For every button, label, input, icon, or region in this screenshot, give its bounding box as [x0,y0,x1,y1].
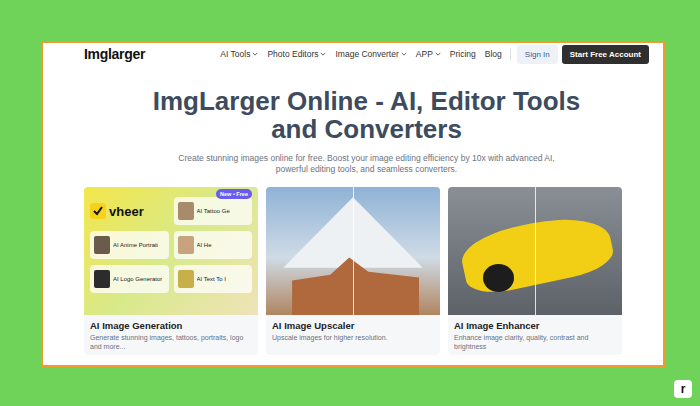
vheer-logo: vheer [90,197,169,225]
chevron-down-icon [435,52,441,56]
thumbnail [94,236,110,254]
thumbnail [94,270,110,288]
card-description: Enhance image clarity, quality, contrast… [454,333,616,351]
nav-menu: AI Tools Photo Editors Image Converter A… [220,49,501,59]
card-title: AI Image Generation [90,320,252,331]
preview-photo [448,187,622,315]
card-description: Generate stunning images, tattoos, portr… [90,333,252,351]
promo-tile: AI Text To I [174,265,253,293]
promo-tile: AI He [174,231,253,259]
site-logo[interactable]: Imglarger [84,46,145,62]
check-icon [90,203,106,219]
top-nav: Imglarger AI Tools Photo Editors Image C… [84,43,649,65]
hero-title: ImgLarger Online - AI, Editor Tools and … [137,87,597,143]
card-description: Upscale images for higher resolution. [272,333,434,342]
hero-subtitle: Create stunning images online for free. … [172,153,562,175]
corner-logo: r [674,380,692,398]
nav-item[interactable]: Pricing [450,49,476,59]
chevron-down-icon [401,52,407,56]
promo-image: vheer AI Tattoo Ge New • Free AI Anime P… [84,187,258,315]
card-title: AI Image Upscaler [272,320,434,331]
tool-card[interactable]: AI Image Enhancer Enhance image clarity,… [448,187,622,355]
nav-item[interactable]: Blog [485,49,502,59]
sign-in-button[interactable]: Sign In [517,45,558,64]
nav-separator [510,48,511,60]
start-free-account-button[interactable]: Start Free Account [562,45,649,64]
promo-tile: AI Anime Portrait [90,231,169,259]
tool-card[interactable]: AI Image Upscaler Upscale images for hig… [266,187,440,355]
tool-card[interactable]: vheer AI Tattoo Ge New • Free AI Anime P… [84,187,258,355]
thumbnail [178,202,194,220]
chevron-down-icon [252,52,258,56]
promo-tile: AI Tattoo Ge New • Free [174,197,253,225]
thumbnail [178,270,194,288]
promo-tile: AI Logo Generator [90,265,169,293]
tool-cards: vheer AI Tattoo Ge New • Free AI Anime P… [84,187,622,355]
website-frame: Imglarger AI Tools Photo Editors Image C… [41,41,665,367]
nav-item[interactable]: Image Converter [335,49,406,59]
nav-item[interactable]: AI Tools [220,49,258,59]
nav-item[interactable]: Photo Editors [267,49,326,59]
compare-divider [353,187,354,315]
card-title: AI Image Enhancer [454,320,616,331]
new-badge: New • Free [216,189,252,199]
page-background: Imglarger AI Tools Photo Editors Image C… [0,0,700,406]
chevron-down-icon [320,52,326,56]
compare-divider [535,187,536,315]
preview-photo [266,187,440,315]
thumbnail [178,236,194,254]
nav-item[interactable]: APP [416,49,441,59]
